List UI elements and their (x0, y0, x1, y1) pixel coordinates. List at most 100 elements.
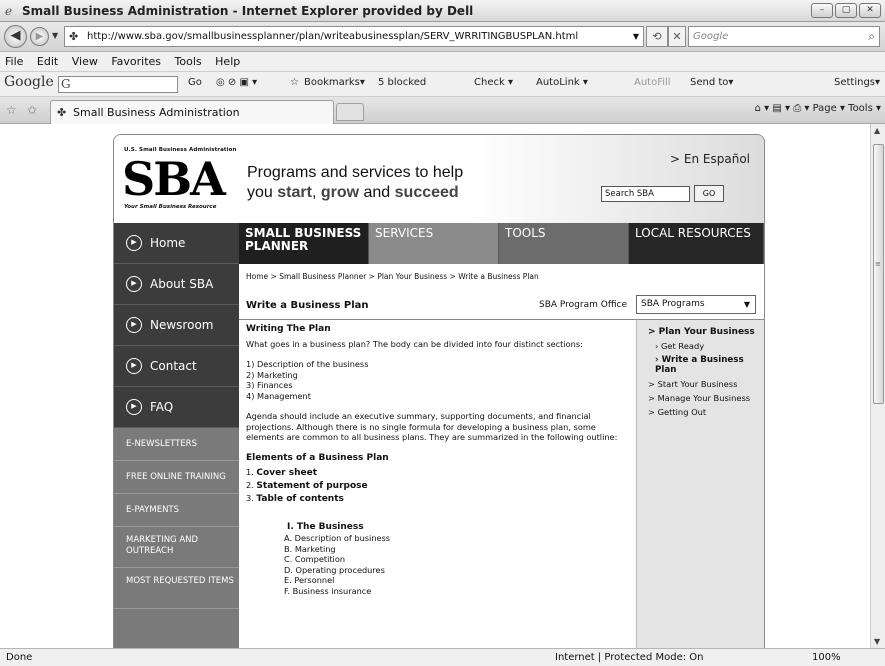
subnav-get-ready[interactable]: › Get Ready (637, 339, 764, 353)
google-go-button[interactable]: Go (188, 77, 202, 88)
nav-contact[interactable]: ▶ Contact (114, 346, 239, 387)
maximize-button[interactable]: ▢ (835, 3, 857, 18)
tagline-succeed: succeed (394, 184, 459, 201)
address-dropdown-icon[interactable]: ▼ (633, 32, 639, 41)
sba-search-go-button[interactable]: GO (694, 185, 724, 202)
command-bar[interactable]: ⌂ ▾ ▤ ▾ ⎙ ▾ Page ▾ Tools ▾ (755, 103, 881, 114)
scroll-down-icon[interactable]: ▼ (874, 637, 880, 646)
logo-tagline: Your Small Business Resource (124, 204, 217, 210)
menu-edit[interactable]: Edit (32, 52, 63, 68)
subnav-plan-your-business[interactable]: > Plan Your Business (637, 325, 764, 339)
tab-services[interactable]: SERVICES (369, 223, 499, 264)
nav-marketing-outreach[interactable]: MARKETING AND OUTREACH (114, 527, 239, 568)
sba-search-input[interactable]: Search SBA (601, 186, 690, 202)
search-icon[interactable]: ⌕ (868, 29, 875, 44)
tab-bar: ☆ ✩ ✤ Small Business Administration ⌂ ▾ … (0, 97, 885, 124)
recent-pages-chevron-down-icon[interactable]: ▼ (52, 31, 58, 40)
menu-favorites[interactable]: Favorites (106, 52, 166, 68)
zoom-level[interactable]: 100% (812, 652, 841, 663)
breadcrumb[interactable]: Home > Small Business Planner > Plan You… (246, 272, 539, 281)
tagline-and: and (359, 184, 395, 201)
forward-button[interactable]: ▶ (30, 27, 49, 46)
list-item: A. Description of business (284, 533, 391, 543)
nav-faq[interactable]: ▶ FAQ (114, 387, 239, 428)
address-row: ◀ ▶ ▼ ✤ http://www.sba.gov/smallbusiness… (0, 22, 885, 52)
address-url[interactable]: http://www.sba.gov/smallbusinessplanner/… (87, 31, 578, 42)
new-tab-button[interactable] (336, 103, 364, 121)
nav-home-label: Home (150, 236, 186, 250)
sba-logo[interactable]: SBA (122, 154, 226, 204)
status-bar: Done Internet | Protected Mode: On 100% (0, 648, 885, 666)
scroll-up-icon[interactable]: ▲ (874, 126, 880, 135)
program-office-value: SBA Programs (641, 299, 705, 309)
settings-button[interactable]: Settings▾ (834, 77, 880, 88)
tab-small-business-administration[interactable]: ✤ Small Business Administration (50, 100, 334, 124)
search-placeholder: Google (693, 31, 729, 42)
autofill-button[interactable]: AutoFill (634, 77, 671, 88)
subnav-getting-out[interactable]: > Getting Out (637, 405, 764, 419)
close-button[interactable]: ✕ (859, 3, 881, 18)
refresh-button[interactable]: ⟲ (646, 26, 668, 47)
nav-home[interactable]: ▶ Home (114, 223, 239, 264)
nav-newsroom[interactable]: ▶ Newsroom (114, 305, 239, 346)
tab-favicon-icon: ✤ (57, 106, 67, 119)
address-bar[interactable]: ✤ http://www.sba.gov/smallbusinessplanne… (64, 26, 644, 47)
search-input[interactable]: Google ⌕ (688, 26, 880, 47)
article-sections: 1) Description of the business 2) Market… (246, 359, 631, 401)
sba-favicon-icon: ✤ (69, 30, 79, 43)
chevron-down-icon: ▼ (743, 300, 750, 309)
google-search-input[interactable]: G (58, 76, 178, 93)
right-subnav: > Plan Your Business › Get Ready › Write… (636, 320, 764, 648)
tab-small-business-planner[interactable]: SMALL BUSINESS PLANNER (239, 223, 369, 264)
element-label: Table of contents (256, 494, 344, 504)
menu-help[interactable]: Help (210, 52, 245, 68)
nav-about-sba[interactable]: ▶ About SBA (114, 264, 239, 305)
main-content: Home > Small Business Planner > Plan You… (239, 264, 764, 648)
program-office-select[interactable]: SBA Programs ▼ (636, 295, 756, 314)
espanol-link[interactable]: > En Español (670, 152, 750, 166)
nav-enewsletters[interactable]: E-NEWSLETTERS (114, 428, 239, 461)
outline-heading: I. The Business (287, 522, 364, 532)
nav-about-label: About SBA (150, 277, 214, 291)
scroll-thumb[interactable] (873, 144, 884, 404)
arrow-circle-icon: ▶ (126, 358, 142, 374)
page-title: Write a Business Plan (246, 300, 369, 311)
tab-tools[interactable]: TOOLS (499, 223, 629, 264)
window-controls: – ▢ ✕ (811, 3, 881, 18)
nav-free-online-training[interactable]: FREE ONLINE TRAINING (114, 461, 239, 494)
top-nav: SMALL BUSINESS PLANNER SERVICES TOOLS LO… (239, 223, 764, 264)
sendto-button[interactable]: Send to▾ (690, 77, 733, 88)
security-zone[interactable]: Internet | Protected Mode: On (555, 652, 703, 663)
minimize-button[interactable]: – (811, 3, 833, 18)
popup-blocked-button[interactable]: 5 blocked (378, 77, 426, 88)
sba-page: U.S. Small Business Administration SBA Y… (113, 134, 765, 648)
element-number: 3. (246, 493, 257, 503)
add-favorites-icon[interactable]: ✩ (27, 103, 37, 117)
autolink-button[interactable]: AutoLink ▾ (536, 77, 588, 88)
subnav-write-a-business-plan[interactable]: › Write a Business Plan (637, 353, 764, 377)
tagline-start: start (277, 184, 312, 201)
stop-button[interactable]: ✕ (668, 26, 686, 47)
favorites-star-icon[interactable]: ☆ (6, 103, 17, 117)
menu-tools[interactable]: Tools (170, 52, 207, 68)
subnav-start-your-business[interactable]: > Start Your Business (637, 377, 764, 391)
nav-faq-label: FAQ (150, 400, 174, 414)
menu-file[interactable]: File (0, 52, 28, 68)
elements-list: 1. Cover sheet 2. Statement of purpose 3… (246, 466, 631, 505)
spellcheck-button[interactable]: Check ▾ (474, 77, 513, 88)
element-number: 1. (246, 467, 257, 477)
bookmarks-button[interactable]: Bookmarks▾ (304, 77, 365, 88)
nav-epayments[interactable]: E-PAYMENTS (114, 494, 239, 527)
section-item: 1) Description of the business (246, 359, 369, 369)
subnav-manage-your-business[interactable]: > Manage Your Business (637, 391, 764, 405)
back-button[interactable]: ◀ (4, 25, 27, 48)
tab-local-resources[interactable]: LOCAL RESOURCES (629, 223, 764, 264)
menu-view[interactable]: View (67, 52, 103, 68)
arrow-circle-icon: ▶ (126, 317, 142, 333)
sba-header: U.S. Small Business Administration SBA Y… (114, 135, 764, 223)
google-tool-icons[interactable]: ◎ ⊘ ▣ ▾ (216, 77, 257, 88)
bookmarks-star-icon: ☆ (290, 77, 299, 88)
vertical-scrollbar[interactable]: ▲ ≡ ▼ (870, 124, 885, 648)
list-item: 3. Table of contents (246, 492, 631, 505)
nav-most-requested[interactable]: MOST REQUESTED ITEMS (114, 568, 239, 609)
